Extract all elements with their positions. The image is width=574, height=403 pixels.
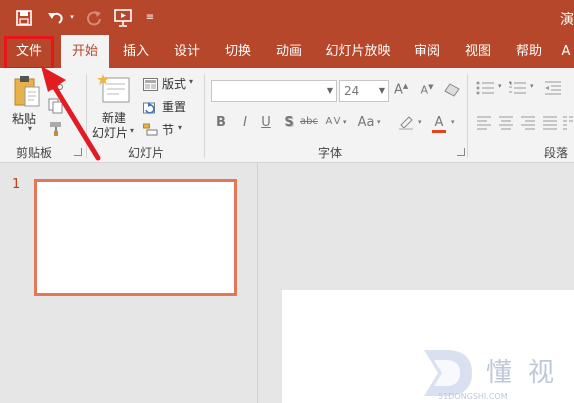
annotation-arrow-icon	[41, 66, 101, 161]
